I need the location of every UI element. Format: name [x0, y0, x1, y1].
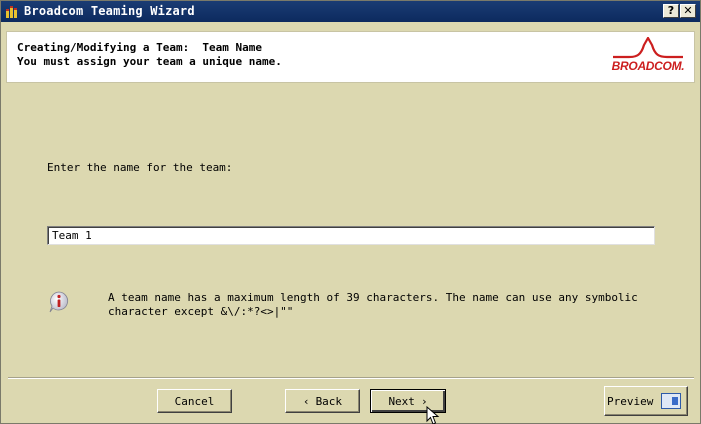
info-icon — [47, 290, 71, 314]
back-label: Back — [315, 394, 343, 408]
chevron-left-icon: ‹ — [302, 394, 310, 408]
preview-label: Preview — [607, 394, 654, 408]
cancel-label: Cancel — [174, 394, 215, 408]
app-icon — [6, 5, 20, 18]
close-button[interactable]: ✕ — [680, 4, 696, 18]
broadcom-logo: BROADCOM. — [607, 35, 689, 77]
cancel-button[interactable]: Cancel — [157, 389, 232, 413]
preview-pane-icon — [661, 393, 682, 409]
logo-text: BROADCOM. — [611, 59, 685, 73]
next-label: Next — [388, 394, 415, 408]
back-button[interactable]: ‹ Back — [285, 389, 360, 413]
step-title: Creating/Modifying a Team: Team Name — [17, 41, 263, 54]
name-rules-text: A team name has a maximum length of 39 c… — [108, 291, 638, 318]
button-separator — [8, 377, 694, 379]
mouse-cursor-icon — [426, 406, 440, 424]
team-name-input[interactable] — [47, 226, 655, 245]
step-subtitle: You must assign your team a unique name. — [17, 55, 282, 68]
window-title: Broadcom Teaming Wizard — [24, 4, 195, 18]
preview-button[interactable]: Preview — [604, 386, 688, 416]
wizard-header: Creating/Modifying a Team: Team Name You… — [6, 31, 695, 83]
team-name-prompt: Enter the name for the team: — [47, 161, 233, 174]
help-button[interactable]: ? — [663, 4, 679, 18]
wizard-window: Broadcom Teaming Wizard ? ✕ Creating/Mod… — [0, 0, 701, 424]
title-bar[interactable]: Broadcom Teaming Wizard ? ✕ — [1, 1, 700, 22]
